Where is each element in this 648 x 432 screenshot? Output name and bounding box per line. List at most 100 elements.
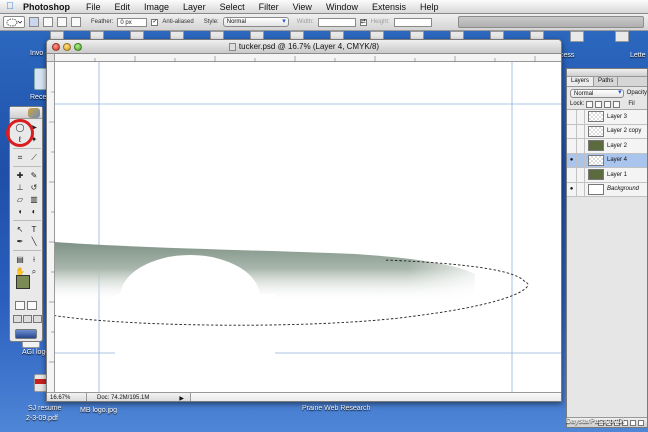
type-tool-icon[interactable]: T [27, 224, 41, 235]
desktop-label-cess[interactable]: cess [560, 52, 574, 59]
path-selection-tool-icon[interactable]: ↖ [13, 224, 27, 235]
subtract-selection-button[interactable] [57, 17, 67, 27]
height-input[interactable] [393, 17, 432, 27]
eraser-tool-icon[interactable]: ▱ [13, 194, 27, 205]
horizontal-ruler[interactable] [55, 54, 561, 62]
desktop-label-mb-logo[interactable]: MB logo.jpg [80, 407, 117, 414]
menu-select[interactable]: Select [213, 2, 252, 12]
layer-row[interactable]: Layer 2 copy [567, 124, 647, 139]
standard-screen-mode-button[interactable] [13, 315, 22, 323]
visibility-toggle[interactable] [567, 124, 577, 138]
lock-position-button[interactable] [604, 100, 612, 108]
desktop-file-icon[interactable] [615, 31, 629, 42]
menu-view[interactable]: View [286, 2, 319, 12]
standard-mode-button[interactable] [15, 301, 25, 310]
visibility-toggle[interactable] [567, 139, 577, 153]
minimize-window-button[interactable] [63, 43, 71, 51]
quick-mask-mode-button[interactable] [27, 301, 37, 310]
new-layer-button[interactable] [630, 419, 636, 426]
eye-icon[interactable]: ● [567, 153, 577, 167]
visibility-toggle[interactable] [567, 168, 577, 182]
ruler-origin[interactable] [47, 54, 55, 62]
link-toggle[interactable] [577, 139, 585, 153]
layer-row[interactable]: Layer 3 [567, 110, 647, 125]
style-select[interactable]: Normal [222, 17, 289, 27]
menu-extensis[interactable]: Extensis [365, 2, 413, 12]
desktop-label-rece[interactable]: Rece [30, 94, 46, 101]
brush-link-icon[interactable] [577, 153, 585, 167]
tab-layers[interactable]: Layers [567, 77, 595, 86]
apple-menu-icon[interactable]:  [0, 1, 20, 12]
new-selection-button[interactable] [29, 17, 39, 27]
document-proxy-icon[interactable] [228, 42, 236, 51]
foreground-color-swatch[interactable] [16, 275, 30, 289]
width-input[interactable] [317, 17, 356, 27]
slice-tool-icon[interactable]: ⟋ [27, 152, 41, 163]
healing-brush-tool-icon[interactable]: ✚ [13, 170, 27, 181]
full-screen-mode-button[interactable] [33, 315, 42, 323]
lock-image-button[interactable] [595, 100, 603, 108]
feather-input[interactable]: 0 px [117, 17, 148, 27]
full-screen-menu-mode-button[interactable] [23, 315, 32, 323]
lock-transparency-button[interactable] [586, 100, 594, 108]
brush-tool-icon[interactable]: ✎ [27, 170, 41, 181]
swap-dimensions-icon[interactable]: ⇄ [359, 18, 367, 26]
menu-edit[interactable]: Edit [108, 2, 138, 12]
blend-mode-select[interactable]: Normal [570, 88, 624, 98]
layers-panel-header[interactable] [567, 69, 647, 77]
desktop-label-lette[interactable]: Lette [630, 52, 646, 59]
desktop-label-sj-resume-date[interactable]: 2-3-09.pdf [26, 415, 58, 422]
eye-icon[interactable]: ● [567, 182, 577, 196]
link-toggle[interactable] [577, 182, 585, 196]
tool-preset-picker[interactable] [3, 16, 25, 28]
notes-tool-icon[interactable]: ▤ [13, 254, 27, 265]
crop-tool-icon[interactable]: ⌗ [13, 152, 27, 163]
adobe-online-icon[interactable] [28, 108, 40, 118]
visibility-toggle[interactable] [567, 110, 577, 124]
link-toggle[interactable] [577, 168, 585, 182]
desktop-label-daystar[interactable]: DaystarPassportDi [566, 418, 624, 425]
app-menu[interactable]: Photoshop [20, 2, 79, 12]
desktop-file-icon[interactable] [570, 31, 584, 42]
tab-paths[interactable]: Paths [594, 77, 619, 86]
pen-tool-icon[interactable]: ✒ [13, 236, 27, 247]
dodge-tool-icon[interactable]: ◐ [27, 206, 41, 217]
desktop-label-invo[interactable]: Invo [30, 50, 43, 57]
clone-stamp-tool-icon[interactable]: ⊥ [13, 182, 27, 193]
gradient-tool-icon[interactable]: ▥ [27, 194, 41, 205]
vertical-ruler[interactable] [47, 62, 55, 392]
document-title-bar[interactable]: tucker.psd @ 16.7% (Layer 4, CMYK/8) [47, 40, 561, 54]
horizontal-scrollbar[interactable] [189, 393, 561, 401]
eyedropper-tool-icon[interactable]: ⟊ [27, 254, 41, 265]
blur-tool-icon[interactable]: ◖ [13, 206, 27, 217]
layer-row[interactable]: ● Background [567, 182, 647, 197]
menu-file[interactable]: File [79, 2, 108, 12]
menu-help[interactable]: Help [413, 2, 446, 12]
layer-row[interactable]: Layer 1 [567, 168, 647, 183]
menu-image[interactable]: Image [137, 2, 176, 12]
line-tool-icon[interactable]: ╲ [27, 236, 41, 247]
palette-well[interactable] [458, 16, 644, 28]
status-menu-arrow-icon[interactable]: ▶ [179, 395, 184, 402]
history-brush-tool-icon[interactable]: ↺ [27, 182, 41, 193]
intersect-selection-button[interactable] [71, 17, 81, 27]
lock-all-icon[interactable] [613, 100, 621, 108]
desktop-label-sj-resume[interactable]: SJ resume [28, 405, 61, 412]
menu-filter[interactable]: Filter [252, 2, 286, 12]
desktop-label-prairie[interactable]: Prairie Web Research [302, 405, 370, 412]
add-selection-button[interactable] [43, 17, 53, 27]
close-window-button[interactable] [52, 43, 60, 51]
layer-row[interactable]: Layer 2 [567, 139, 647, 154]
menu-bar:  Photoshop File Edit Image Layer Select… [0, 0, 648, 14]
zoom-window-button[interactable] [74, 43, 82, 51]
antialiased-checkbox[interactable]: ✓ [151, 18, 159, 26]
link-toggle[interactable] [577, 110, 585, 124]
trash-icon[interactable] [638, 419, 644, 426]
menu-window[interactable]: Window [319, 2, 365, 12]
document-canvas[interactable] [55, 62, 561, 392]
layer-row-selected[interactable]: ● Layer 4 [567, 153, 647, 168]
menu-layer[interactable]: Layer [176, 2, 213, 12]
jump-to-imageready-button[interactable] [15, 329, 37, 339]
zoom-level-field[interactable]: 16.67% [47, 393, 87, 401]
link-toggle[interactable] [577, 124, 585, 138]
